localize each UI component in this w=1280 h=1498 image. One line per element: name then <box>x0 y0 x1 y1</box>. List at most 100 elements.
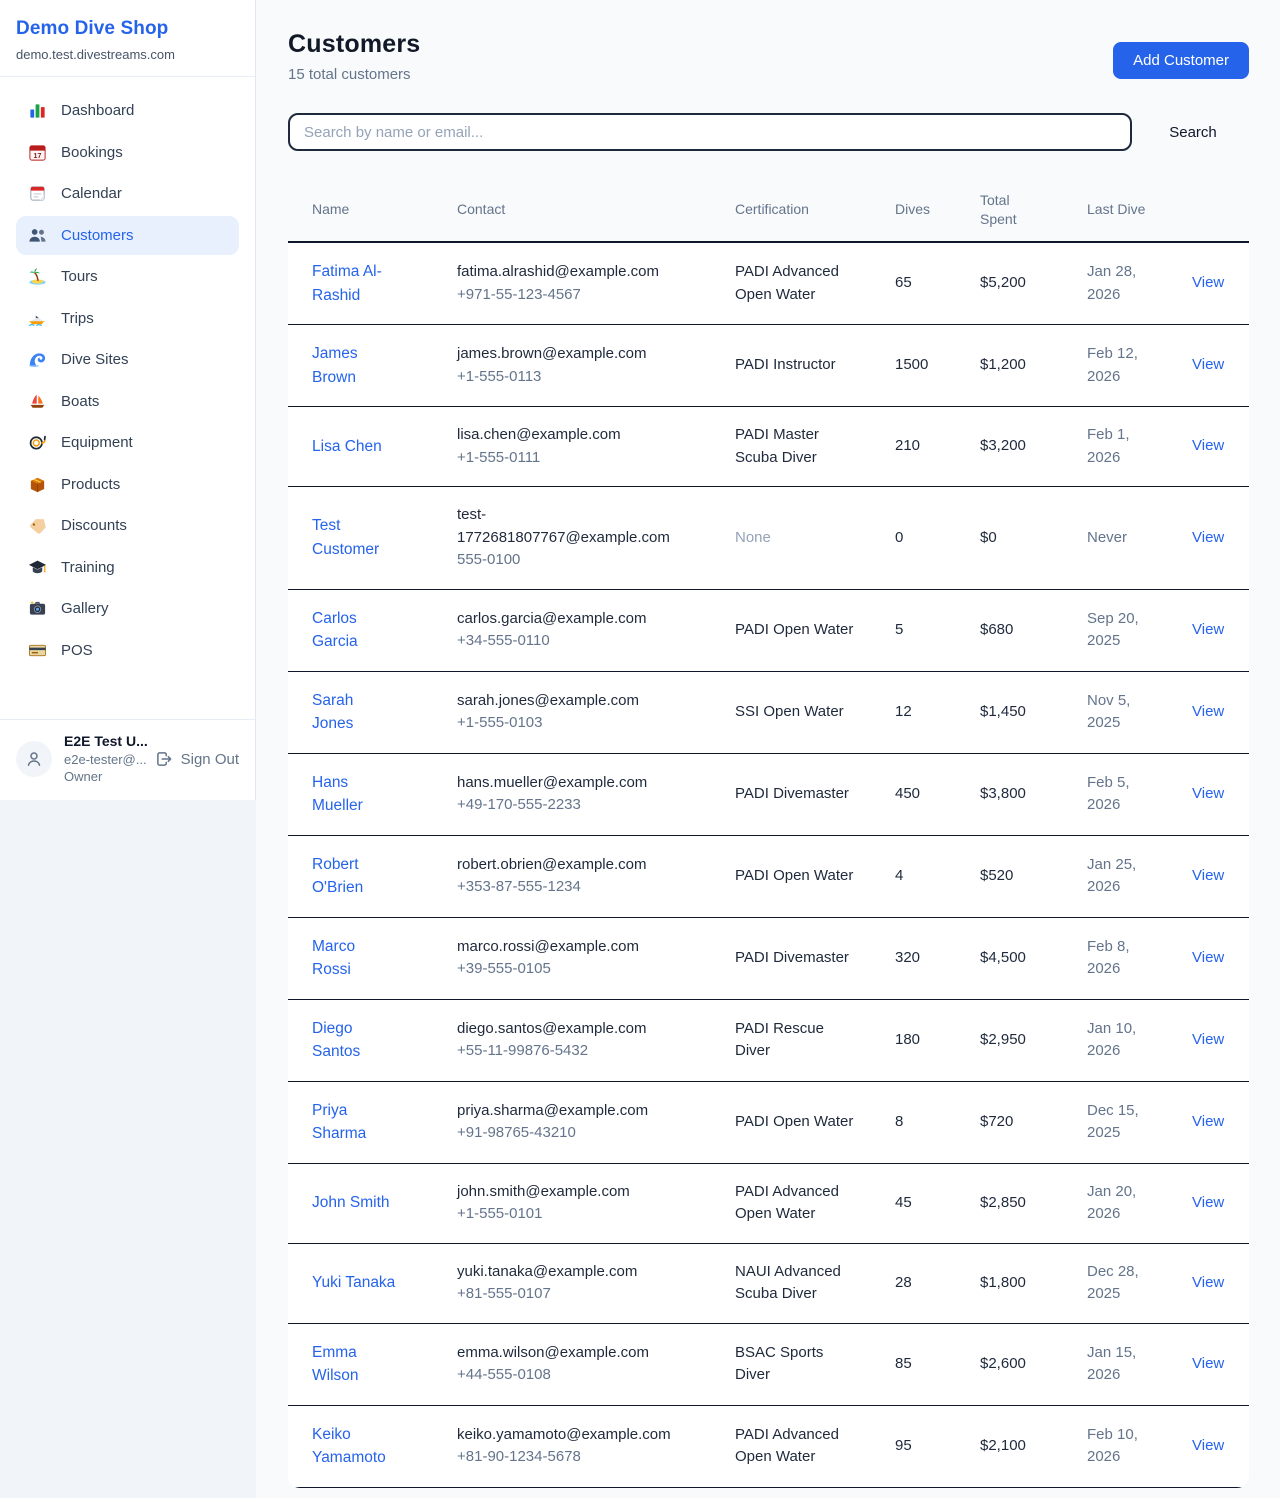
sidebar-item-pos[interactable]: POS <box>16 631 239 671</box>
view-customer-link[interactable]: View <box>1192 785 1224 802</box>
table-header: Name Contact Certification Dives Total S… <box>288 178 1249 242</box>
sidebar-item-gallery[interactable]: Gallery <box>16 589 239 629</box>
customer-certification: PADI Rescue Diver <box>735 1020 824 1060</box>
app-layout: Demo Dive Shop demo.test.divestreams.com… <box>0 0 1280 1498</box>
customer-name-link[interactable]: Robert O'Brien <box>312 856 363 897</box>
view-customer-link[interactable]: View <box>1192 356 1224 373</box>
customer-phone: +81-90-1234-5678 <box>457 1446 697 1469</box>
customer-certification: NAUI Advanced Scuba Diver <box>735 1263 841 1303</box>
customer-phone: +1-555-0101 <box>457 1203 697 1226</box>
customer-name-link[interactable]: Sarah Jones <box>312 692 353 733</box>
sidebar-item-calendar[interactable]: Calendar <box>16 174 239 214</box>
customer-dives: 95 <box>871 1405 956 1487</box>
customer-dives: 1500 <box>871 325 956 407</box>
customer-certification: PADI Open Water <box>735 867 853 884</box>
customer-name-link[interactable]: Emma Wilson <box>312 1344 359 1385</box>
add-customer-button[interactable]: Add Customer <box>1113 42 1249 79</box>
view-customer-link[interactable]: View <box>1192 437 1224 454</box>
view-customer-link[interactable]: View <box>1192 1194 1224 1211</box>
user-name: E2E Test U... <box>64 732 143 751</box>
table-body: Fatima Al-Rashid fatima.alrashid@example… <box>288 242 1249 1487</box>
customer-certification: PADI Advanced Open Water <box>735 1426 839 1466</box>
customer-name-link[interactable]: Carlos Garcia <box>312 610 358 651</box>
sidebar-item-dive-sites[interactable]: Dive Sites <box>16 340 239 380</box>
sailboat-icon <box>28 392 47 411</box>
customer-name-link[interactable]: Test Customer <box>312 517 379 558</box>
brand-block: Demo Dive Shop demo.test.divestreams.com <box>0 0 255 77</box>
people-icon <box>28 226 47 245</box>
user-footer: E2E Test U... e2e-tester@... Owner Sign … <box>0 719 255 800</box>
customer-email: hans.mueller@example.com <box>457 772 697 795</box>
user-info: E2E Test U... e2e-tester@... Owner <box>64 732 143 786</box>
customer-name-link[interactable]: Lisa Chen <box>312 438 382 455</box>
customer-last-dive: Dec 28, 2025 <box>1063 1243 1168 1323</box>
customer-last-dive: Jan 15, 2026 <box>1063 1323 1168 1405</box>
customer-name-link[interactable]: Hans Mueller <box>312 774 363 815</box>
view-customer-link[interactable]: View <box>1192 949 1224 966</box>
customer-email: priya.sharma@example.com <box>457 1100 697 1123</box>
main-content: Customers 15 total customers Add Custome… <box>256 0 1280 1498</box>
view-customer-link[interactable]: View <box>1192 621 1224 638</box>
sidebar-item-label: Boats <box>61 392 99 412</box>
sidebar-item-label: Equipment <box>61 433 133 453</box>
sign-out-button[interactable]: Sign Out <box>155 750 239 768</box>
customer-total-spent: $1,800 <box>956 1243 1063 1323</box>
view-customer-link[interactable]: View <box>1192 1113 1224 1130</box>
customer-name-link[interactable]: Yuki Tanaka <box>312 1274 395 1291</box>
customer-last-dive: Feb 8, 2026 <box>1063 917 1168 999</box>
search-input[interactable] <box>288 113 1132 151</box>
customer-phone: +81-555-0107 <box>457 1283 697 1306</box>
table-row: Robert O'Brien robert.obrien@example.com… <box>288 835 1249 917</box>
sidebar-item-discounts[interactable]: Discounts <box>16 506 239 546</box>
table-row: Sarah Jones sarah.jones@example.com +1-5… <box>288 671 1249 753</box>
view-customer-link[interactable]: View <box>1192 1355 1224 1372</box>
sidebar-item-training[interactable]: Training <box>16 548 239 588</box>
view-customer-link[interactable]: View <box>1192 529 1224 546</box>
customer-total-spent: $1,450 <box>956 671 1063 753</box>
customer-phone: +49-170-555-2233 <box>457 794 697 817</box>
search-button[interactable]: Search <box>1159 124 1227 141</box>
sidebar-item-label: Discounts <box>61 516 127 536</box>
page-header: Customers 15 total customers Add Custome… <box>288 30 1249 83</box>
customer-last-dive: Jan 28, 2026 <box>1063 242 1168 325</box>
customer-name-link[interactable]: Diego Santos <box>312 1020 360 1061</box>
view-customer-link[interactable]: View <box>1192 274 1224 291</box>
sidebar-item-dashboard[interactable]: Dashboard <box>16 91 239 131</box>
sidebar-item-bookings[interactable]: 17 Bookings <box>16 133 239 173</box>
table-row: Carlos Garcia carlos.garcia@example.com … <box>288 589 1249 671</box>
view-customer-link[interactable]: View <box>1192 1031 1224 1048</box>
customer-certification: PADI Master Scuba Diver <box>735 426 819 466</box>
customer-name-link[interactable]: Fatima Al-Rashid <box>312 263 382 304</box>
customer-dives: 320 <box>871 917 956 999</box>
customer-certification: PADI Divemaster <box>735 785 849 802</box>
view-customer-link[interactable]: View <box>1192 867 1224 884</box>
sidebar-item-customers[interactable]: Customers <box>16 216 239 256</box>
sidebar-item-products[interactable]: Products <box>16 465 239 505</box>
customer-email: keiko.yamamoto@example.com <box>457 1424 697 1447</box>
sidebar-item-tours[interactable]: Tours <box>16 257 239 297</box>
customer-name-link[interactable]: Priya Sharma <box>312 1102 366 1143</box>
sign-out-label: Sign Out <box>181 751 239 768</box>
customer-name-link[interactable]: Marco Rossi <box>312 938 355 979</box>
customer-email: lisa.chen@example.com <box>457 424 697 447</box>
sidebar-item-trips[interactable]: Trips <box>16 299 239 339</box>
customer-name-link[interactable]: Keiko Yamamoto <box>312 1426 386 1467</box>
view-customer-link[interactable]: View <box>1192 1274 1224 1291</box>
customer-name-link[interactable]: John Smith <box>312 1194 390 1211</box>
customer-total-spent: $680 <box>956 589 1063 671</box>
customer-dives: 0 <box>871 487 956 590</box>
sidebar-item-equipment[interactable]: Equipment <box>16 423 239 463</box>
view-customer-link[interactable]: View <box>1192 703 1224 720</box>
customer-last-dive: Dec 15, 2025 <box>1063 1081 1168 1163</box>
customer-certification: PADI Advanced Open Water <box>735 263 839 303</box>
calendar-icon <box>28 184 47 203</box>
customer-name-link[interactable]: James Brown <box>312 345 358 386</box>
sidebar-item-boats[interactable]: Boats <box>16 382 239 422</box>
view-customer-link[interactable]: View <box>1192 1437 1224 1454</box>
customer-email: yuki.tanaka@example.com <box>457 1261 697 1284</box>
customer-phone: +353-87-555-1234 <box>457 876 697 899</box>
customer-last-dive: Sep 20, 2025 <box>1063 589 1168 671</box>
column-header-name: Name <box>288 178 433 242</box>
customer-last-dive: Feb 10, 2026 <box>1063 1405 1168 1487</box>
customer-email: fatima.alrashid@example.com <box>457 261 697 284</box>
